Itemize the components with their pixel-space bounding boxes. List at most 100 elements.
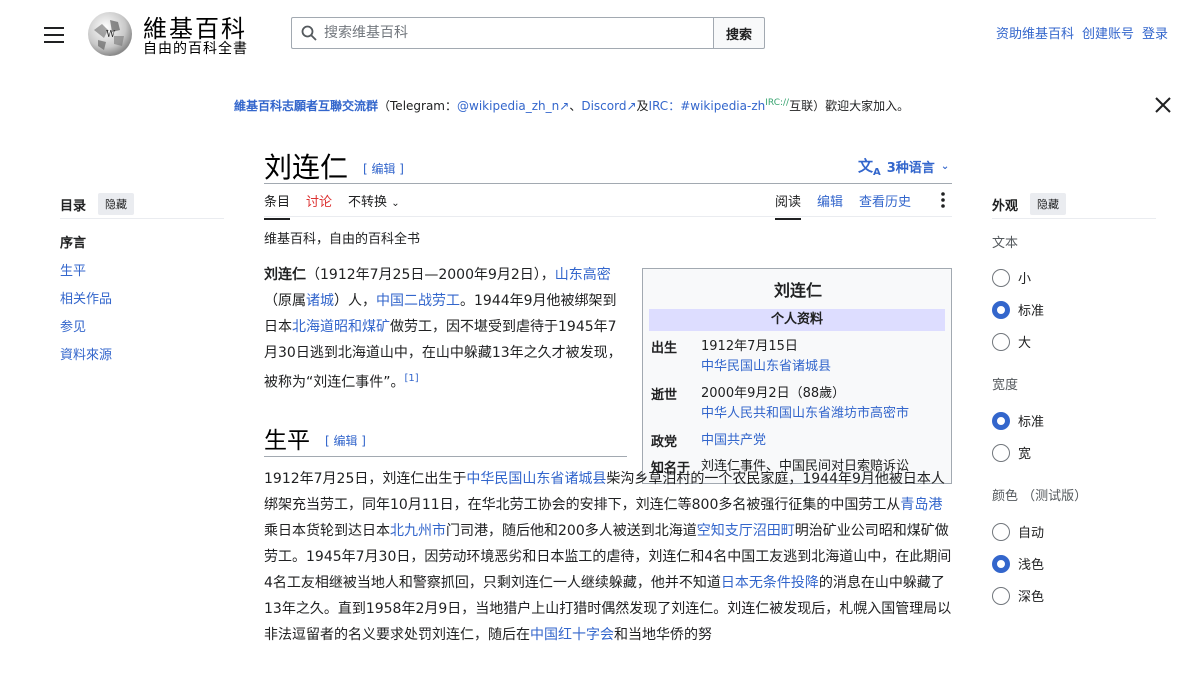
link-zhucheng-county[interactable]: 中华民国山东省诸城县 <box>466 471 606 487</box>
toc-hide-button[interactable]: 隐藏 <box>98 193 135 215</box>
body-text: 乘日本货轮到达日本 <box>264 523 390 539</box>
radio-label: 大 <box>1018 336 1032 351</box>
tabs-divider <box>264 216 952 217</box>
text-size-standard[interactable]: 标准 <box>992 300 1044 319</box>
language-button[interactable]: 文A 3种语言 ⌄ <box>858 155 949 178</box>
party-link[interactable]: 中国共产党 <box>701 431 766 451</box>
radio-label: 浅色 <box>1018 558 1045 573</box>
link-qingdao-port[interactable]: 青岛港 <box>900 497 942 513</box>
text-size-small[interactable]: 小 <box>992 268 1031 287</box>
infobox-row-died: 逝世 2000年9月2日（88歲） 中华人民共和国山东省潍坊市高密市 <box>651 384 909 424</box>
lead-text: （原属 <box>264 293 306 309</box>
width-label: 宽度 <box>992 378 1019 393</box>
toc-item-life[interactable]: 生平 <box>60 264 86 279</box>
telegram-link[interactable]: @wikipedia_zh_n <box>457 99 559 113</box>
width-standard[interactable]: 标准 <box>992 411 1044 430</box>
link-surrender[interactable]: 日本无条件投降 <box>721 575 819 591</box>
toc-item-intro[interactable]: 序言 <box>60 232 112 260</box>
link-kitakyushu[interactable]: 北九州市 <box>390 523 446 539</box>
born-date: 1912年7月15日 <box>701 339 798 354</box>
banner-separator: 、 <box>569 99 582 113</box>
login-link[interactable]: 登录 <box>1142 23 1168 42</box>
more-icon[interactable] <box>938 191 948 209</box>
translate-icon: 文A <box>858 157 881 178</box>
close-icon[interactable] <box>1154 96 1172 114</box>
section-edit-link[interactable]: [ 编辑 ] <box>325 432 366 449</box>
toc-header: 目录 隐藏 <box>60 193 135 215</box>
section-heading-life: 生平 <box>264 428 310 454</box>
external-link-icon: ↗ <box>559 99 570 113</box>
link-showa-mine[interactable]: 北海道昭和煤矿 <box>292 319 390 335</box>
color-dark[interactable]: 深色 <box>992 586 1044 605</box>
infobox: 刘连仁 个人资料 出生 1912年7月15日 中华民国山东省诸城县 逝世 2000… <box>642 268 952 484</box>
infobox-key: 逝世 <box>651 388 678 403</box>
volunteer-group-link[interactable]: 維基百科志願者互聯交流群 <box>234 99 378 113</box>
create-account-link[interactable]: 创建账号 <box>1082 23 1134 42</box>
lead-text: （1912年7月25日—2000年9月2日）， <box>306 267 555 283</box>
section-divider <box>264 456 627 457</box>
subject-name: 刘连仁 <box>264 267 306 283</box>
search-icon <box>301 25 317 41</box>
external-link-icon: ↗ <box>626 99 637 113</box>
radio-selected-icon <box>992 300 1010 319</box>
appearance-hide-button[interactable]: 隐藏 <box>1030 193 1067 215</box>
title-edit-link[interactable]: [ 编辑 ] <box>363 160 404 177</box>
width-wide[interactable]: 宽 <box>992 443 1031 462</box>
toc-item-sources[interactable]: 資料來源 <box>60 348 112 363</box>
born-place-link[interactable]: 中华民国山东省诸城县 <box>701 359 831 374</box>
irc-protocol: IRC:// <box>765 98 790 108</box>
lead-paragraph: 刘连仁（1912年7月25日—2000年9月2日），山东高密 （原属诸城）人，中国… <box>264 262 622 396</box>
appearance-divider <box>992 218 1156 219</box>
radio-label: 小 <box>1018 272 1032 287</box>
appearance-header: 外观 隐藏 <box>992 193 1067 215</box>
infobox-title: 刘连仁 <box>773 281 822 300</box>
svg-text:W: W <box>106 30 116 40</box>
title-divider <box>264 183 952 184</box>
infobox-row-born: 出生 1912年7月15日中华民国山东省诸城县 <box>651 337 831 377</box>
infobox-key: 出生 <box>651 341 678 356</box>
banner-and: 及 <box>636 99 649 113</box>
discord-link[interactable]: Discord <box>581 99 626 113</box>
died-place-link[interactable]: 中华人民共和国山东省潍坊市高密市 <box>701 406 909 421</box>
text-size-large[interactable]: 大 <box>992 332 1031 351</box>
banner-text: （Telegram： <box>378 99 458 113</box>
infobox-value: 1912年7月15日中华民国山东省诸城县 <box>701 337 831 377</box>
irc-label[interactable]: IRC： <box>649 99 681 113</box>
main-menu-button[interactable] <box>44 24 64 43</box>
irc-channel-link[interactable]: #wikipedia-zh <box>680 99 765 113</box>
variant-label: 不转换 <box>348 195 388 210</box>
body-text: 和当地华侨的努 <box>614 627 712 643</box>
radio-label: 标准 <box>1018 304 1045 319</box>
radio-label: 标准 <box>1018 415 1045 430</box>
toc-list: 序言 生平 相关作品 参见 資料來源 <box>60 232 112 372</box>
radio-icon <box>992 522 1010 541</box>
chevron-down-icon: ⌄ <box>940 161 950 172</box>
toc-item-works[interactable]: 相关作品 <box>60 292 112 307</box>
link-gaomi[interactable]: 山东高密 <box>555 267 611 283</box>
donate-link[interactable]: 资助维基百科 <box>996 23 1074 42</box>
radio-icon <box>992 332 1010 351</box>
color-auto[interactable]: 自动 <box>992 522 1044 541</box>
infobox-row-party: 政党 中国共产党 <box>651 431 766 451</box>
infobox-value: 2000年9月2日（88歲） 中华人民共和国山东省潍坊市高密市 <box>701 384 909 424</box>
site-notice: 維基百科志願者互聯交流群（Telegram：@wikipedia_zh_n↗、D… <box>234 97 994 114</box>
color-label: 颜色 （测试版） <box>992 489 1088 504</box>
banner-end: 互联）歡迎大家加入。 <box>789 99 910 113</box>
link-red-cross[interactable]: 中国红十字会 <box>530 627 614 643</box>
radio-selected-icon <box>992 554 1010 573</box>
search-input[interactable] <box>324 18 704 48</box>
link-numata[interactable]: 空知支厅沼田町 <box>697 523 795 539</box>
link-zhucheng[interactable]: 诸城 <box>306 293 334 309</box>
search-button[interactable]: 搜索 <box>713 17 765 49</box>
wikipedia-globe-logo[interactable]: W <box>84 10 136 58</box>
site-tagline: 自由的百科全書 <box>143 41 248 57</box>
color-light[interactable]: 浅色 <box>992 554 1044 573</box>
reference-link[interactable]: [1] <box>405 373 419 384</box>
lead-text: ）人， <box>334 293 376 309</box>
infobox-key: 政党 <box>651 435 678 450</box>
radio-icon <box>992 268 1010 287</box>
toc-item-see-also[interactable]: 参见 <box>60 320 86 335</box>
link-ww2-labor[interactable]: 中国二战劳工 <box>376 293 460 309</box>
chevron-down-icon: ⌄ <box>391 198 400 209</box>
section-paragraph: 1912年7月25日，刘连仁出生于中华民国山东省诸城县柴沟乡草泊村的一个农民家庭… <box>264 466 952 648</box>
